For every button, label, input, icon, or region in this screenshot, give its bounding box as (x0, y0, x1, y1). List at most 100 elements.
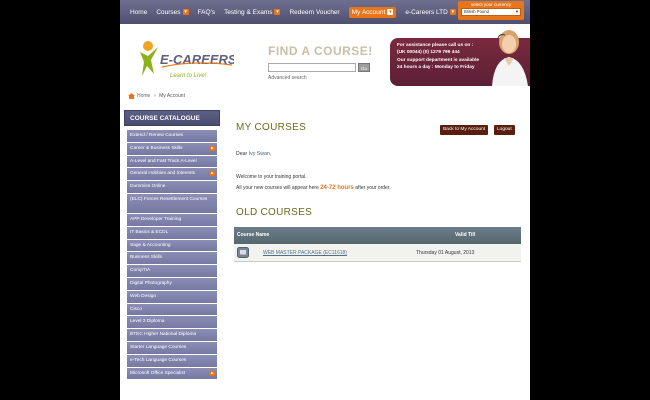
nav-testing-label: Testing & Exams (224, 8, 273, 16)
catalogue-item-label: Web Design (130, 293, 157, 299)
assist-line: 24 hours a day : Monday to Friday (397, 64, 475, 70)
catalogue-item[interactable]: Microsoft Office Specialist ▶ (127, 367, 217, 381)
catalogue-item[interactable]: Web Design (127, 290, 217, 304)
catalogue-item-label: CompTIA (130, 268, 151, 274)
catalogue-list: Extend / Renew Courses Career & Business … (127, 130, 217, 381)
catalogue-item[interactable]: Career & Business Skills ▶ (127, 142, 217, 156)
search-input[interactable] (268, 63, 356, 72)
catalogue-item[interactable]: IT Basics & ECDL (127, 226, 217, 240)
table-row: WEB MASTER PACKAGE (EC11618) Thursday 01… (234, 244, 521, 262)
courses-info-suffix: after your order. (355, 185, 391, 191)
nav-ecareers-label: e-Careers LTD (405, 8, 448, 16)
chevron-right-icon: ▶ (210, 145, 215, 151)
nav-faqs[interactable]: FAQ's (198, 9, 216, 16)
catalogue-item-label: Extend / Renew Courses (130, 133, 184, 138)
table-header: Course Name Valid Till (234, 227, 521, 244)
catalogue-item-label: Dummies Online (130, 184, 166, 190)
catalogue-item-label: BTEC Higher National Diploma (130, 332, 197, 338)
courses-info-hours: 24-72 hours (320, 185, 354, 191)
home-icon (128, 93, 135, 99)
catalogue-item-label: Level 3 Diploma (130, 319, 165, 325)
catalogue-item[interactable]: Digital Photography (127, 277, 217, 291)
catalogue-item-label: Digital Photography (130, 280, 172, 286)
valid-till-value: Thursday 01 August, 2013 (416, 250, 475, 256)
catalogue-item-label: Sage & Accounting (130, 242, 171, 248)
breadcrumb: Home » My Account (128, 93, 185, 99)
catalogue-item[interactable]: Starter Language Courses (127, 341, 217, 355)
chevron-right-icon: ▶ (210, 370, 215, 376)
course-catalogue: COURSE CATALOGUE Extend / Renew Courses C… (124, 110, 220, 381)
catalogue-item-label: IT Basics & ECDL (130, 229, 169, 235)
assist-line: Our support department is available (397, 57, 480, 63)
e-careers-logo[interactable]: E-CAREERS Learn to Live! (138, 38, 237, 88)
catalogue-item[interactable]: A-Level and Fast Track A-Level (127, 155, 217, 169)
support-agent-image (492, 30, 528, 86)
assist-line: (UK 00044) (0) 1279 799 444 (397, 50, 460, 56)
catalogue-item[interactable]: Cisco (127, 303, 217, 317)
catalogue-item[interactable]: Sage & Accounting (127, 239, 217, 253)
catalogue-item[interactable]: BTEC Higher National Diploma (127, 329, 217, 342)
currency-label: select your currency (470, 2, 512, 7)
breadcrumb-home[interactable]: Home (137, 93, 150, 99)
right-black-margin (530, 0, 650, 400)
left-black-margin (0, 0, 120, 400)
chevron-down-icon: ▼ (182, 9, 189, 15)
currency-dropdown[interactable]: British Pound ▼ (461, 8, 521, 16)
catalogue-item[interactable]: General Hobbies and Interests ▶ (127, 168, 217, 182)
catalogue-item-label: Starter Language Courses (130, 344, 187, 350)
chevron-right-icon: ▶ (210, 171, 215, 177)
nav-redeem-label: Redeem Voucher (289, 8, 340, 16)
nav-ecareers-ltd[interactable]: e-Careers LTD ▼ (405, 9, 456, 16)
catalogue-item[interactable]: (ELC) Forces Resettlement Courses (127, 193, 217, 214)
logo-tagline: Learn to Live! (170, 73, 207, 79)
nav-courses[interactable]: Courses ▼ (156, 9, 189, 16)
find-course: FIND A COURSE! Go Advanced search (268, 44, 373, 81)
currency-selector: select your currency British Pound ▼ (458, 1, 524, 20)
advanced-search-link[interactable]: Advanced search (268, 75, 373, 81)
catalogue-item-label: (ELC) Forces Resettlement Courses (130, 196, 208, 202)
assistance-text: For assistance please call us on : (UK 0… (397, 42, 485, 71)
welcome-message: Welcome to your training portal. All you… (236, 172, 391, 194)
back-to-my-account-button[interactable]: Back to My Account (440, 125, 489, 135)
logo-figure-icon: E-CAREERS Learn to Live! (140, 41, 237, 79)
nav-redeem-voucher[interactable]: Redeem Voucher (289, 9, 339, 16)
catalogue-item[interactable]: Dummies Online (127, 181, 217, 194)
assist-line: For assistance please call us on : (397, 43, 474, 48)
welcome-line: Welcome to your training portal. (236, 174, 307, 180)
catalogue-item-label: Cisco (130, 306, 142, 312)
old-courses-title: OLD COURSES (236, 207, 313, 218)
greeting: Dear Ivy Swan, (236, 151, 271, 157)
nav-home-label: Home (130, 8, 148, 16)
nav-home[interactable]: Home (130, 9, 147, 16)
nav-testing-exams[interactable]: Testing & Exams ▼ (224, 8, 281, 16)
catalogue-item-label: Microsoft Office Specialist (130, 370, 186, 376)
course-icon (237, 247, 249, 258)
chevron-down-icon: ▼ (449, 9, 456, 15)
column-header-course-name: Course Name (237, 232, 270, 238)
catalogue-item-label: Career & Business Skills (130, 145, 183, 151)
user-name: Ivy Swan, (248, 151, 272, 157)
go-button[interactable]: Go (358, 63, 370, 72)
breadcrumb-current: My Account (159, 93, 185, 99)
breadcrumb-separator: » (153, 93, 157, 99)
course-link[interactable]: WEB MASTER PACKAGE (EC11618) (263, 250, 347, 256)
catalogue-item-label: Business Skills (130, 255, 162, 261)
courses-info-prefix: All your new courses will appear here (236, 185, 319, 191)
catalogue-item-label: APP Developer Training (130, 216, 182, 222)
catalogue-item[interactable]: APP Developer Training (127, 213, 217, 227)
catalogue-item[interactable]: CompTIA (127, 265, 217, 278)
courses-info-line: All your new courses will appear here 24… (236, 183, 391, 194)
catalogue-item-label: A-Level and Fast Track A-Level (130, 158, 197, 164)
nav-faqs-label: FAQ's (197, 8, 216, 16)
column-header-valid-till: Valid Till (455, 232, 476, 238)
catalogue-item-label: General Hobbies and Interests (130, 171, 196, 177)
currency-value: British Pound (464, 9, 489, 14)
catalogue-item[interactable]: Business Skills (127, 252, 217, 266)
old-courses-table: Course Name Valid Till WEB MASTER PACKAG… (234, 227, 521, 262)
catalogue-item[interactable]: e-Tech Language Courses (127, 354, 217, 368)
logout-button[interactable]: Logout (494, 125, 515, 135)
header: E-CAREERS Learn to Live! FIND A COURSE! … (120, 24, 530, 94)
nav-my-account[interactable]: My Account ▼ (348, 6, 397, 18)
catalogue-item[interactable]: Level 3 Diploma (127, 316, 217, 330)
catalogue-item[interactable]: Extend / Renew Courses (127, 130, 217, 143)
